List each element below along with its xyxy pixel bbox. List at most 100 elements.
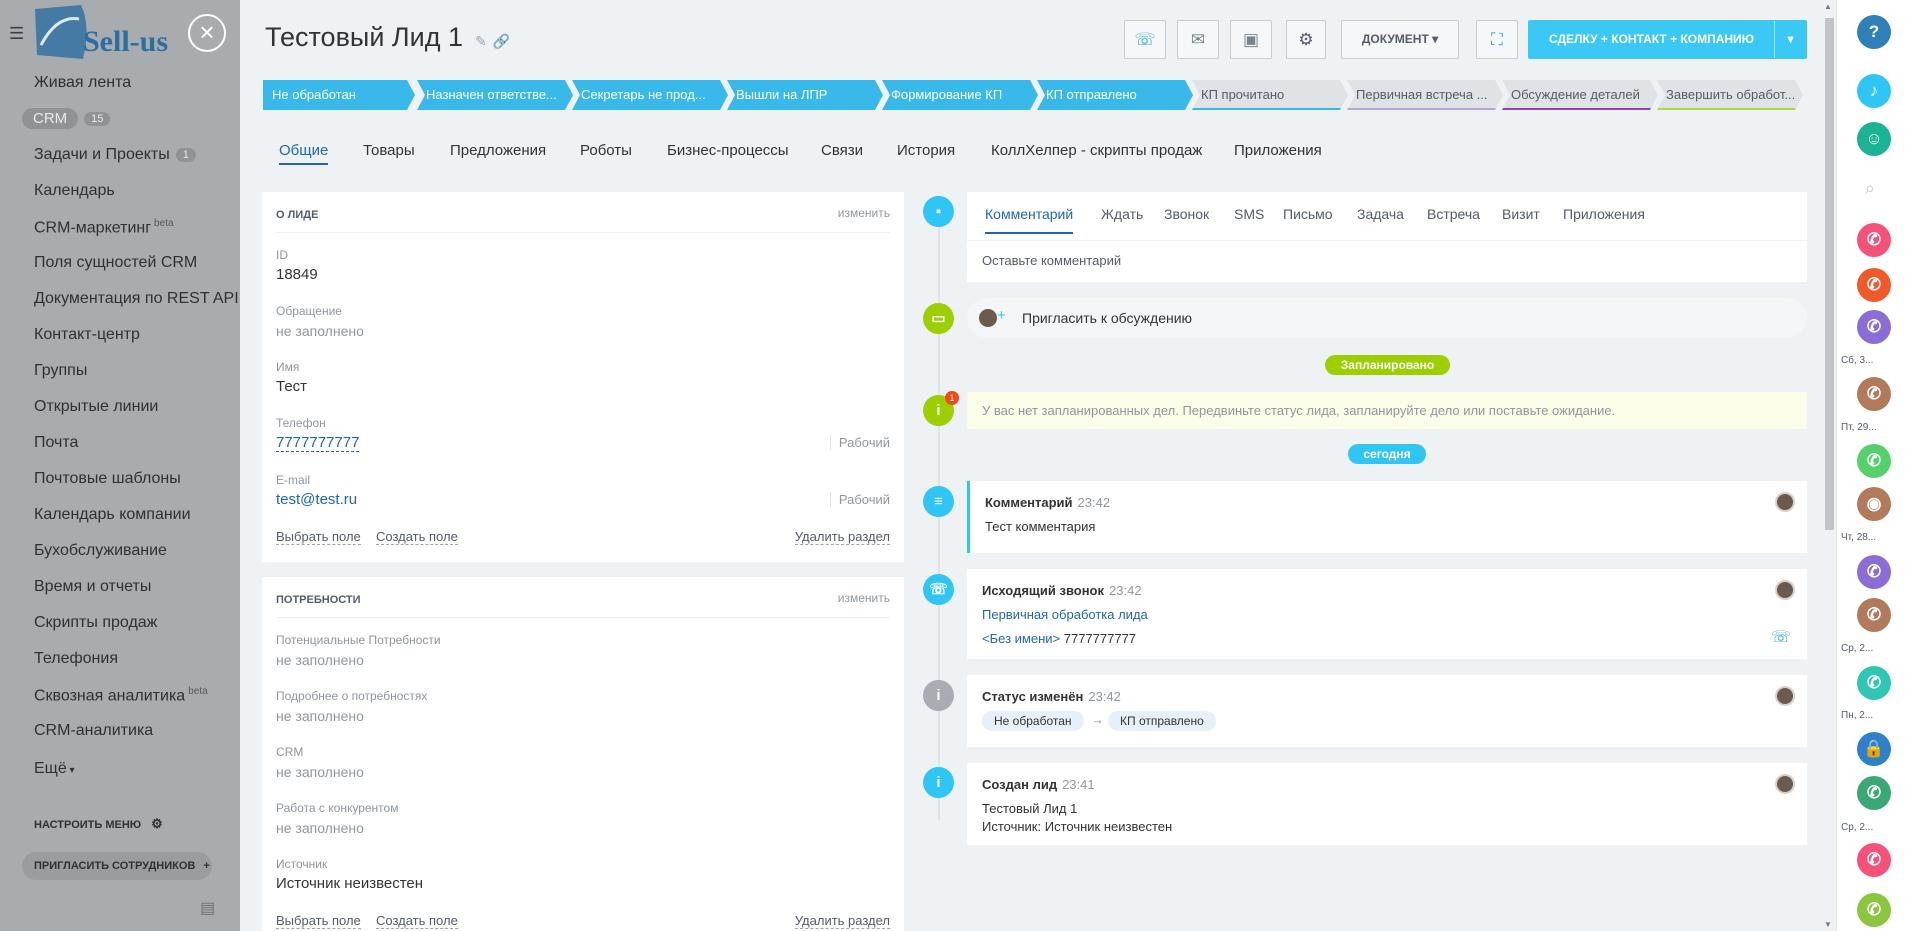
call-button[interactable]: ☏ (1124, 20, 1166, 59)
eye-icon[interactable]: ◉ (1857, 487, 1891, 521)
menu-item-mail-templates[interactable]: Почтовые шаблоны (34, 470, 181, 488)
search-icon[interactable]: ⌕ (1865, 178, 1875, 199)
composer-tab-sms[interactable]: SMS (1234, 206, 1264, 222)
printer-icon[interactable]: ▤ (200, 898, 215, 918)
email-button[interactable]: ✉ (1177, 20, 1219, 59)
tab-products[interactable]: Товары (363, 142, 415, 159)
composer-tab-visit[interactable]: Визит (1502, 206, 1540, 222)
call-contact-icon[interactable]: ✆ (1857, 555, 1891, 589)
menu-item-mail[interactable]: Почта (34, 434, 78, 452)
menu-item-groups[interactable]: Группы (34, 362, 87, 380)
tab-offers[interactable]: Предложения (450, 142, 546, 159)
edit-link[interactable]: изменить (838, 206, 890, 220)
lock-icon[interactable]: 🔒 (1857, 732, 1891, 766)
menu-item-rest-docs[interactable]: Документация по REST API (34, 290, 239, 308)
phone-link[interactable]: 7777777777 (276, 434, 360, 452)
tab-general[interactable]: Общие (279, 142, 329, 165)
menu-item-more[interactable]: Ещё ▾ (34, 760, 75, 778)
delete-section-link[interactable]: Удалить раздел (794, 529, 890, 545)
menu-item-crm[interactable]: CRM 15 (22, 108, 111, 129)
bell-icon[interactable]: ♪ (1857, 74, 1891, 108)
contact-name[interactable]: <Без имени> (982, 631, 1060, 646)
menu-item-time-reports[interactable]: Время и отчеты (34, 578, 151, 596)
menu-item-telephony[interactable]: Телефония (34, 650, 118, 668)
menu-item-calendar[interactable]: Календарь (34, 182, 115, 200)
composer-tab-meeting[interactable]: Встреча (1427, 206, 1480, 222)
pencil-icon[interactable]: ✎ (475, 33, 487, 49)
composer-tab-call[interactable]: Звонок (1164, 206, 1209, 222)
menu-settings[interactable]: НАСТРОИТЬ МЕНЮ ⚙ (34, 816, 163, 832)
document-button[interactable]: ДОКУМЕНТ ▾ (1341, 20, 1459, 59)
menu-item-crm-fields[interactable]: Поля сущностей CRM (34, 254, 197, 272)
timeline-event-created[interactable]: Создан лид 23:41 Тестовый Лид 1 Источник:… (967, 763, 1807, 845)
call-contact-icon[interactable]: ✆ (1857, 843, 1891, 877)
invite-employees-button[interactable]: ПРИГЛАСИТЬ СОТРУДНИКОВ + (22, 852, 212, 880)
convert-button[interactable]: ⛶ (1476, 20, 1518, 59)
composer-tab-email[interactable]: Письмо (1283, 206, 1333, 222)
phone-icon[interactable]: ☏ (1771, 627, 1791, 647)
composer-tab-wait[interactable]: Ждать (1101, 206, 1143, 222)
stage-item[interactable]: Секретарь не прод... (572, 80, 728, 110)
menu-item-tasks[interactable]: Задачи и Проекты 1 (34, 146, 196, 164)
email-link[interactable]: test@test.ru (276, 491, 357, 508)
scrollbar-thumb[interactable] (1825, 18, 1834, 530)
link-icon[interactable]: 🔗 (493, 33, 510, 49)
call-contact-icon[interactable]: ✆ (1857, 666, 1891, 700)
call-contact-icon[interactable]: ✆ (1857, 444, 1891, 478)
menu-item-sales-scripts[interactable]: Скрипты продаж (34, 614, 157, 632)
tab-robots[interactable]: Роботы (580, 142, 632, 159)
call-contact-icon[interactable]: ✆ (1857, 893, 1891, 927)
create-field-link[interactable]: Создать поле (376, 529, 458, 545)
create-field-link[interactable]: Создать поле (376, 913, 458, 929)
stage-item[interactable]: КП отправлено (1037, 80, 1193, 110)
timeline-event-status[interactable]: Статус изменён 23:42 Не обработан → КП от… (967, 675, 1807, 747)
close-slider-button[interactable]: × (188, 14, 226, 52)
select-field-link[interactable]: Выбрать поле (276, 913, 361, 929)
stage-item[interactable]: Вышли на ЛПР (727, 80, 883, 110)
stage-item[interactable]: КП прочитано (1192, 80, 1348, 110)
hamburger-icon[interactable]: ☰ (9, 24, 24, 44)
edit-link[interactable]: изменить (838, 591, 890, 605)
stage-item[interactable]: Формирование КП (882, 80, 1038, 110)
menu-item-contact-center[interactable]: Контакт-центр (34, 326, 140, 344)
menu-item-crm-analytics[interactable]: CRM-аналитика (34, 722, 153, 740)
menu-item-feed[interactable]: Живая лента (34, 74, 131, 92)
stage-item[interactable]: Завершить обработ... (1657, 80, 1803, 110)
tab-apps[interactable]: Приложения (1234, 142, 1322, 159)
stage-item[interactable]: Назначен ответстве... (417, 80, 573, 110)
scroll-down-icon[interactable]: ▼ (1824, 920, 1832, 929)
menu-item-analytics[interactable]: Сквозная аналитика beta (34, 686, 208, 705)
stage-item[interactable]: Обсуждение деталей (1502, 80, 1658, 110)
menu-item-accounting[interactable]: Бухобслуживание (34, 542, 167, 560)
composer-tab-apps[interactable]: Приложения (1563, 206, 1645, 222)
call-contact-icon[interactable]: ✆ (1857, 776, 1891, 810)
call-contact-icon[interactable]: ✆ (1857, 598, 1891, 632)
help-icon[interactable]: ? (1857, 15, 1891, 49)
stage-item[interactable]: Первичная встреча ... (1347, 80, 1503, 110)
call-contact-icon[interactable]: ✆ (1857, 268, 1891, 302)
timeline-event-comment[interactable]: Комментарий 23:42 Тест комментария (967, 481, 1807, 553)
create-deal-button[interactable]: СДЕЛКУ + КОНТАКТ + КОМПАНИЮ ▾ (1528, 20, 1807, 59)
chevron-down-icon[interactable]: ▾ (1774, 21, 1806, 58)
chat-icon[interactable]: ☺ (1857, 122, 1891, 156)
tab-callhelper[interactable]: КоллХелпер - скрипты продаж (991, 142, 1202, 159)
scroll-up-icon[interactable]: ▲ (1824, 2, 1832, 11)
call-subject-link[interactable]: Первичная обработка лида (982, 607, 1148, 622)
chat-button[interactable]: ▣ (1230, 20, 1272, 59)
call-contact-icon[interactable]: ✆ (1857, 377, 1891, 411)
stage-item[interactable]: Не обработан (263, 80, 415, 110)
call-contact-icon[interactable]: ✆ (1857, 223, 1891, 257)
menu-item-company-calendar[interactable]: Календарь компании (34, 506, 191, 524)
tab-links[interactable]: Связи (821, 142, 863, 159)
composer-tab-comment[interactable]: Комментарий (985, 206, 1074, 234)
timeline-event-call[interactable]: Исходящий звонок 23:42 Первичная обработк… (967, 569, 1807, 659)
composer-tab-task[interactable]: Задача (1357, 206, 1404, 222)
call-contact-icon[interactable]: ✆ (1857, 310, 1891, 344)
menu-item-open-lines[interactable]: Открытые линии (34, 398, 158, 416)
delete-section-link[interactable]: Удалить раздел (794, 913, 890, 929)
select-field-link[interactable]: Выбрать поле (276, 529, 361, 545)
settings-button[interactable]: ⚙ (1286, 20, 1326, 59)
tab-history[interactable]: История (897, 142, 955, 159)
comment-input[interactable]: Оставьте комментарий (982, 253, 1121, 268)
tab-bizproc[interactable]: Бизнес-процессы (667, 142, 789, 159)
